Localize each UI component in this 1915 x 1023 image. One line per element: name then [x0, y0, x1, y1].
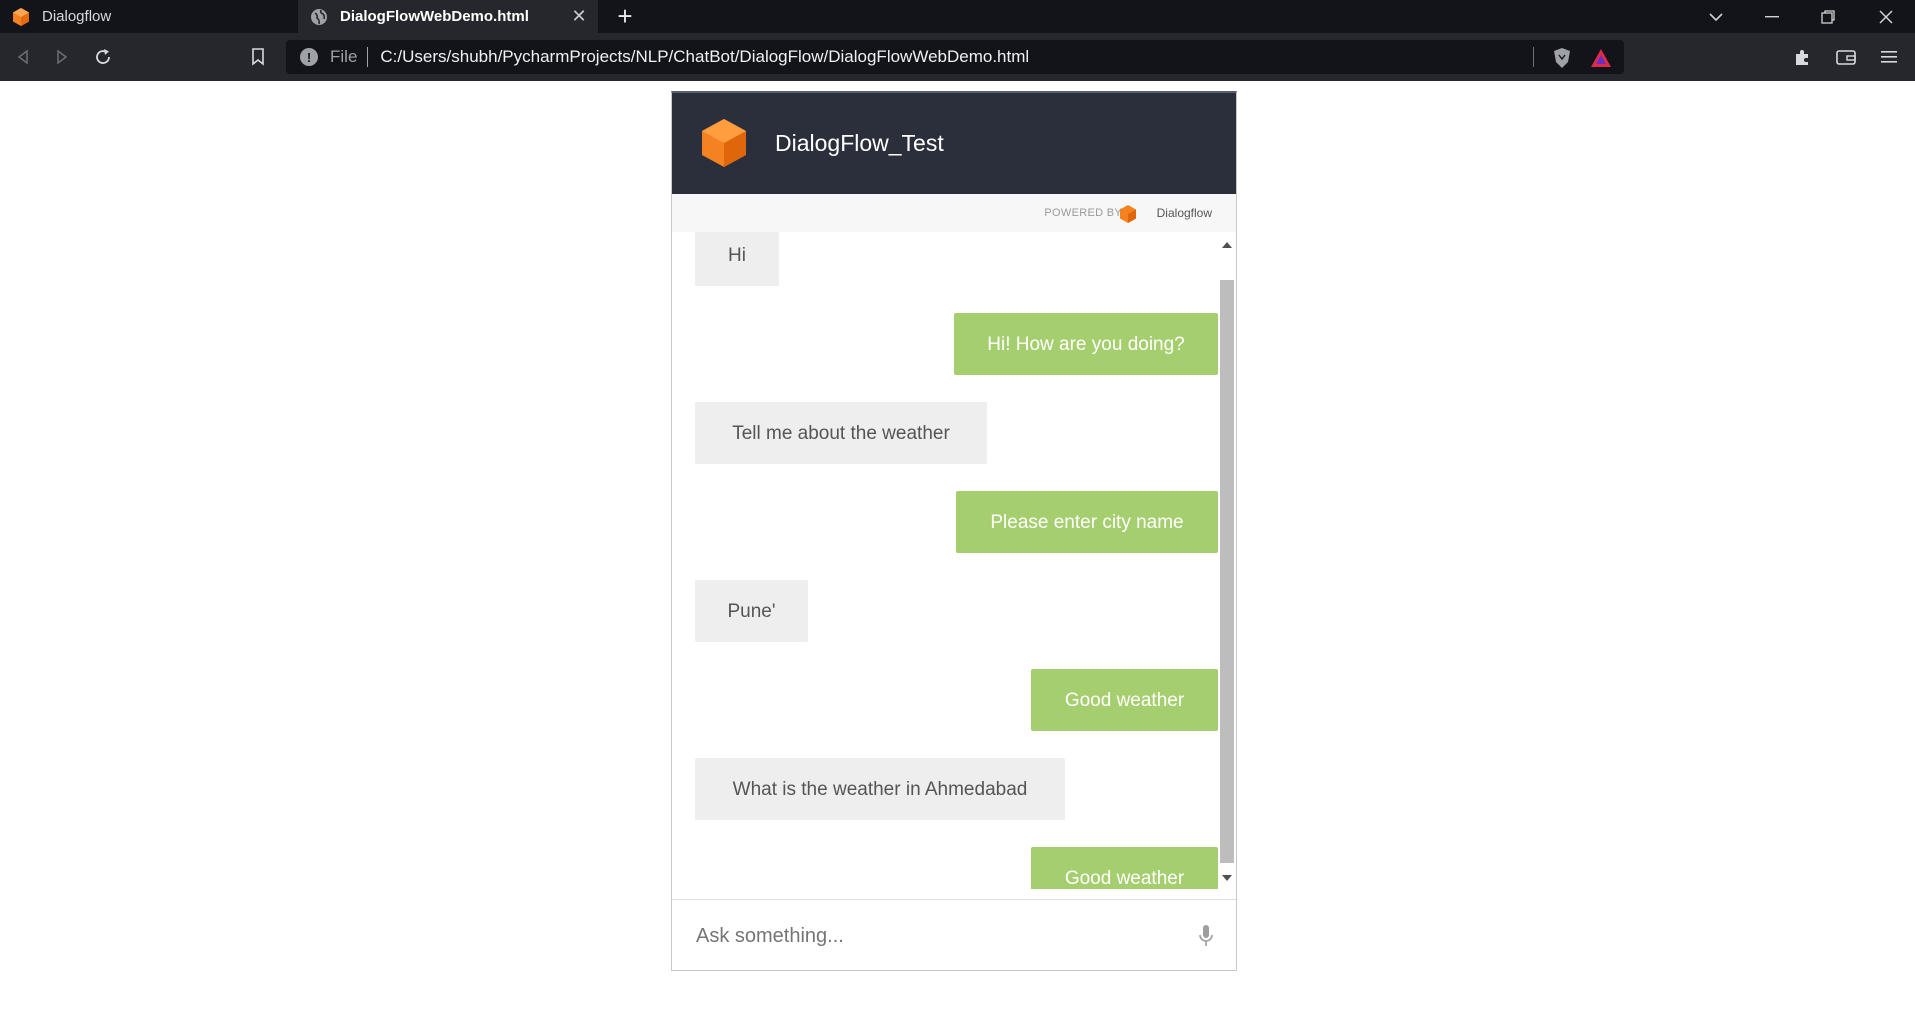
- brave-rewards-icon[interactable]: [1590, 48, 1612, 73]
- minimize-icon[interactable]: [1744, 0, 1800, 33]
- bot-message: Good weather: [1031, 847, 1218, 889]
- chat-input-area: [672, 899, 1236, 970]
- bot-message: Good weather: [1031, 669, 1218, 731]
- reload-icon[interactable]: [91, 45, 115, 69]
- agent-cube-icon: [702, 119, 746, 167]
- dialogflow-brand-name: Dialogflow: [1156, 206, 1212, 220]
- browser-toolbar: ! File C:/Users/shubh/PycharmProjects/NL…: [0, 33, 1915, 81]
- extensions-icon[interactable]: [1790, 45, 1814, 69]
- forward-icon[interactable]: [50, 45, 74, 69]
- dialogflow-cube-icon: [12, 7, 30, 26]
- address-bar[interactable]: ! File C:/Users/shubh/PycharmProjects/NL…: [286, 40, 1624, 74]
- tab-dialogflow[interactable]: Dialogflow: [0, 0, 298, 33]
- restore-icon[interactable]: [1800, 0, 1856, 33]
- scroll-down-icon[interactable]: [1222, 875, 1232, 881]
- tab-title: DialogFlowWebDemo.html: [340, 8, 529, 25]
- scroll-up-icon[interactable]: [1222, 242, 1232, 248]
- dialogflow-logo-icon: [1120, 205, 1136, 223]
- tab-dialogflowwebdemo[interactable]: DialogFlowWebDemo.html ✕: [298, 0, 598, 33]
- chat-header: DialogFlow_Test: [672, 93, 1236, 194]
- menu-icon[interactable]: [1877, 45, 1901, 69]
- ask-input[interactable]: [694, 918, 1168, 954]
- new-tab-button[interactable]: +: [612, 3, 638, 29]
- message-scrollbar[interactable]: [1218, 232, 1236, 889]
- user-message: Hi: [695, 232, 779, 286]
- tab-title: Dialogflow: [42, 8, 112, 25]
- url-text[interactable]: C:/Users/shubh/PycharmProjects/NLP/ChatB…: [380, 47, 1029, 67]
- url-divider: [367, 47, 369, 67]
- user-message: Pune': [695, 580, 808, 642]
- powered-by-label: POWERED BY: [1044, 207, 1122, 219]
- bot-message: Hi! How are you doing?: [954, 313, 1218, 375]
- message-list: Hi Hi! How are you doing? Tell me about …: [672, 232, 1218, 889]
- user-message: Tell me about the weather: [695, 402, 987, 464]
- wallet-icon[interactable]: [1834, 45, 1858, 69]
- close-window-icon[interactable]: [1858, 0, 1914, 33]
- url-end-divider: [1533, 47, 1534, 67]
- bot-message: Please enter city name: [956, 491, 1218, 553]
- powered-by-bar: POWERED BY Dialogflow: [672, 194, 1236, 232]
- brave-shields-icon[interactable]: [1552, 47, 1572, 74]
- url-scheme: File: [330, 47, 358, 66]
- microphone-icon[interactable]: [1198, 924, 1214, 948]
- tab-list-chevron-icon[interactable]: [1688, 0, 1744, 33]
- back-icon[interactable]: [11, 45, 35, 69]
- bookmark-icon[interactable]: [246, 45, 270, 69]
- user-message: What is the weather in Ahmedabad: [695, 758, 1065, 820]
- site-info-icon[interactable]: !: [300, 48, 318, 66]
- chat-widget: DialogFlow_Test POWERED BY Dialogflow Hi…: [671, 91, 1237, 971]
- tab-bar: Dialogflow DialogFlowWebDemo.html ✕ +: [0, 0, 1915, 33]
- agent-name: DialogFlow_Test: [775, 130, 944, 156]
- close-tab-icon[interactable]: ✕: [570, 7, 588, 25]
- scrollbar-thumb[interactable]: [1220, 280, 1234, 863]
- globe-icon: [310, 8, 328, 26]
